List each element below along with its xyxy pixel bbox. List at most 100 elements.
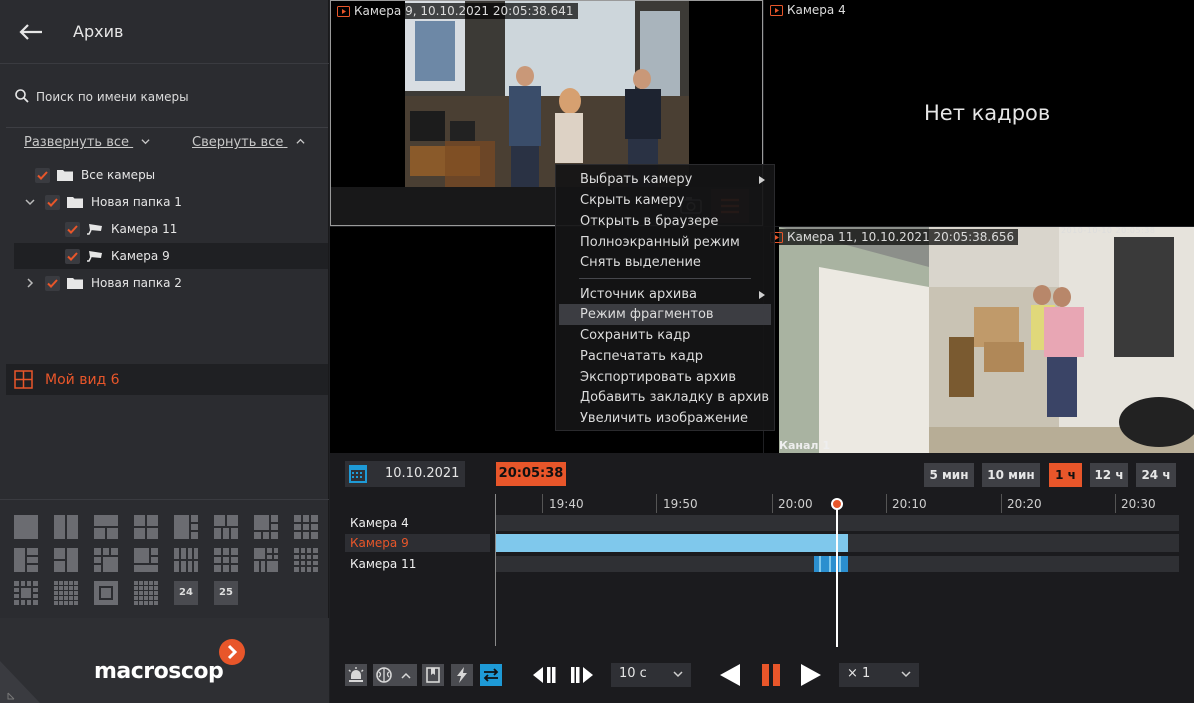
pause-icon[interactable] — [760, 663, 782, 687]
menu-item-add-bookmark[interactable]: Добавить закладку в архив — [559, 387, 771, 408]
menu-item-save-frame[interactable]: Сохранить кадр — [559, 325, 771, 346]
layout-16-icon[interactable] — [294, 548, 318, 572]
step-forward-icon[interactable] — [570, 665, 596, 685]
menu-item-export-archive[interactable]: Экспортировать архив — [559, 367, 771, 388]
layout-6-icon[interactable] — [214, 515, 238, 539]
menu-item-select-camera[interactable]: Выбрать камеру — [559, 169, 771, 190]
chevron-right-icon[interactable] — [24, 277, 36, 289]
archive-play-icon — [770, 5, 783, 16]
layout-1-icon[interactable] — [14, 515, 38, 539]
menu-item-zoom-image[interactable]: Увеличить изображение — [559, 408, 771, 429]
grid-layout-icon — [14, 370, 33, 389]
menu-item-fullscreen[interactable]: Полноэкранный режим — [559, 232, 771, 253]
folder-icon — [67, 197, 83, 208]
camera-4-title: Камера 4 — [767, 2, 850, 18]
resize-corner-icon[interactable] — [0, 661, 40, 703]
layout-3-icon[interactable] — [94, 515, 118, 539]
menu-item-print-frame[interactable]: Распечатать кадр — [559, 346, 771, 367]
layout-8-icon[interactable] — [294, 515, 318, 539]
folder-icon — [57, 170, 73, 181]
sync-toggle-button[interactable] — [480, 664, 502, 686]
video-tile-camera-11[interactable]: Канал 1 2010-10-10 20:05:38 Камера 11, 1… — [764, 227, 1194, 453]
submenu-arrow-icon — [759, 176, 765, 184]
current-time-badge[interactable]: 20:05:38 — [496, 462, 566, 486]
timeline-camera-11-label[interactable]: Камера 11 — [350, 557, 416, 571]
alarm-events-button[interactable] — [345, 664, 367, 686]
layout-18-icon[interactable] — [54, 581, 78, 605]
speed-select[interactable]: × 1 — [839, 663, 919, 687]
menu-item-label: Открыть в браузере — [580, 214, 719, 229]
zoom-24h-button[interactable]: 24 ч — [1136, 463, 1176, 487]
layout-15-icon[interactable] — [254, 548, 278, 572]
timeline-camera-9-label[interactable]: Камера 9 — [350, 536, 409, 550]
back-arrow-icon[interactable] — [16, 20, 46, 44]
folder-icon — [67, 278, 83, 289]
analytics-dropdown-button[interactable] — [373, 664, 417, 686]
my-view-label: Мой вид 6 — [45, 372, 120, 388]
layout-24-button[interactable]: 24 — [174, 581, 198, 605]
tree-item-all-cameras[interactable]: Все камеры — [14, 162, 328, 188]
collapse-all-link[interactable]: Свернуть все — [192, 135, 305, 150]
layout-14-icon[interactable] — [214, 548, 238, 572]
date-picker[interactable]: 10.10.2021 — [345, 461, 465, 487]
layout-25-button[interactable]: 25 — [214, 581, 238, 605]
layout-12-icon[interactable] — [134, 548, 158, 572]
menu-item-deselect[interactable]: Снять выделение — [559, 252, 771, 273]
zoom-10min-button[interactable]: 10 мин — [982, 463, 1040, 487]
layout-19-icon[interactable] — [94, 581, 118, 605]
my-view-item[interactable]: Мой вид 6 — [6, 364, 328, 395]
menu-item-archive-source[interactable]: Источник архива — [559, 284, 771, 305]
events-button[interactable] — [451, 664, 473, 686]
layout-7-icon[interactable] — [254, 515, 278, 539]
play-backward-icon[interactable] — [719, 663, 741, 687]
menu-item-open-in-browser[interactable]: Открыть в браузере — [559, 211, 771, 232]
tick-label: 19:50 — [663, 497, 698, 511]
layout-13-icon[interactable] — [174, 548, 198, 572]
timeline-camera-4-label[interactable]: Камера 4 — [350, 516, 409, 530]
layout-11-icon[interactable] — [94, 548, 118, 572]
submenu-arrow-icon — [759, 291, 765, 299]
layout-9-icon[interactable] — [14, 548, 38, 572]
chevron-up-icon — [401, 672, 411, 679]
recording-segment — [819, 556, 821, 572]
layout-5-icon[interactable] — [174, 515, 198, 539]
tick-label: 19:40 — [549, 497, 584, 511]
layout-10-icon[interactable] — [54, 548, 78, 572]
tree-item-camera-9[interactable]: Камера 9 — [14, 243, 328, 269]
tree-item-folder-1[interactable]: Новая папка 1 — [14, 189, 328, 215]
checkbox[interactable] — [45, 276, 60, 291]
layout-17-icon[interactable] — [14, 581, 38, 605]
layout-20-icon[interactable] — [134, 581, 158, 605]
checkbox[interactable] — [65, 222, 80, 237]
camera-icon — [87, 224, 102, 235]
zoom-1h-button[interactable]: 1 ч — [1049, 463, 1082, 487]
step-back-icon[interactable] — [530, 665, 556, 685]
tree-item-folder-2[interactable]: Новая папка 2 — [14, 270, 328, 296]
lightning-icon — [457, 667, 467, 683]
zoom-5min-button[interactable]: 5 мин — [924, 463, 974, 487]
layout-4-icon[interactable] — [134, 515, 158, 539]
zoom-12h-button[interactable]: 12 ч — [1090, 463, 1128, 487]
chevron-down-icon[interactable] — [24, 196, 36, 208]
step-interval-select[interactable]: 10 с — [611, 663, 691, 687]
layout-2-icon[interactable] — [54, 515, 78, 539]
playhead-line[interactable] — [836, 499, 838, 647]
menu-item-label: Снять выделение — [580, 255, 701, 270]
checkbox[interactable] — [35, 168, 50, 183]
play-forward-icon[interactable] — [800, 663, 822, 687]
bookmarks-button[interactable] — [422, 664, 444, 686]
playhead-handle[interactable] — [831, 498, 843, 510]
camera-4-label: Камера 4 — [787, 3, 846, 17]
video-tile-camera-4[interactable]: Камера 4 Нет кадров — [764, 0, 1194, 226]
sidebar-header: Архив — [0, 0, 329, 64]
checkbox[interactable] — [45, 195, 60, 210]
menu-item-fragments-mode[interactable]: Режим фрагментов — [559, 304, 771, 325]
tick-label: 20:30 — [1121, 497, 1156, 511]
menu-item-hide-camera[interactable]: Скрыть камеру — [559, 190, 771, 211]
collapse-all-label: Свернуть все — [192, 135, 284, 150]
checkbox[interactable] — [65, 249, 80, 264]
tree-item-camera-11[interactable]: Камера 11 — [14, 216, 328, 242]
expand-all-link[interactable]: Развернуть все — [24, 135, 150, 150]
search-input[interactable] — [36, 86, 306, 108]
camera-9-title: Камера 9, 10.10.2021 20:05:38.641 — [334, 3, 578, 19]
